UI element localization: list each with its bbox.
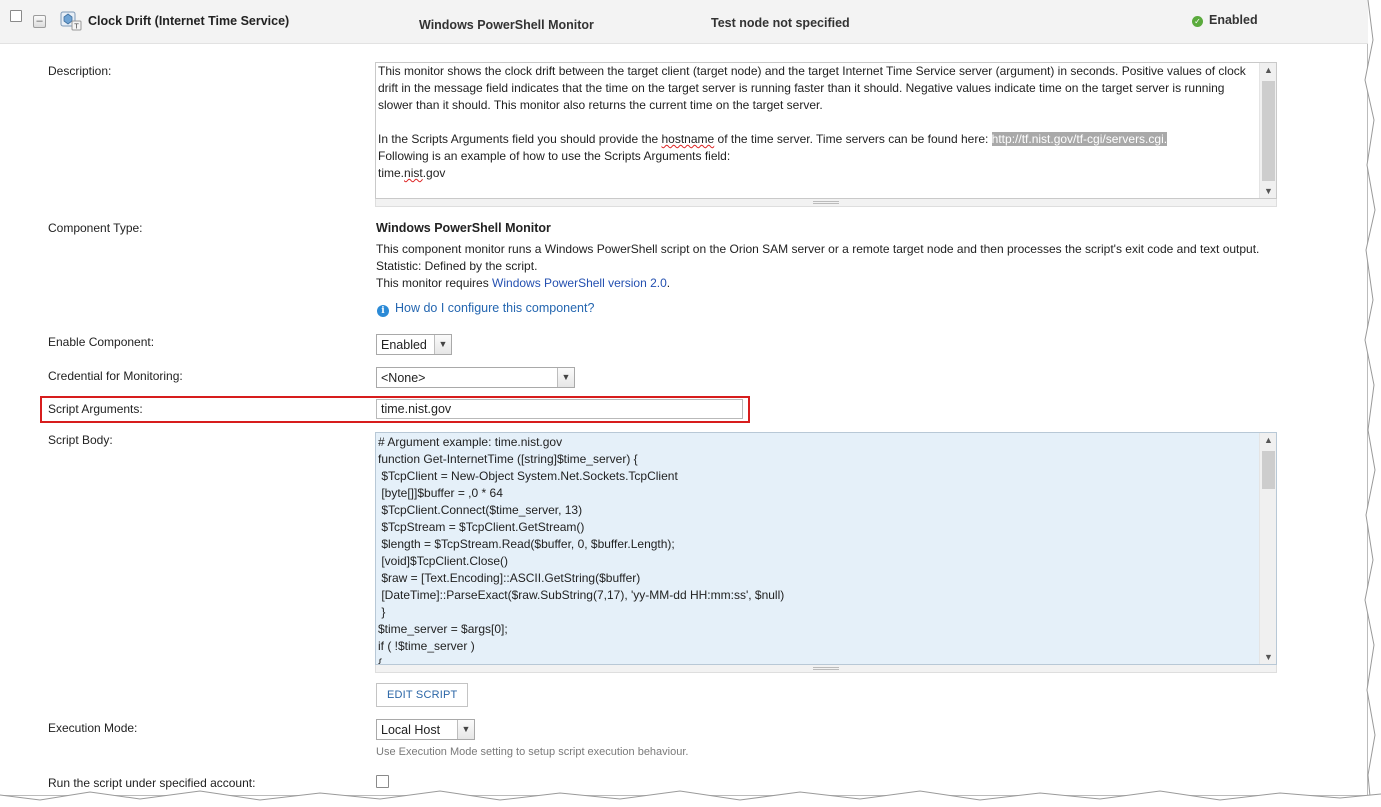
script-line: { (378, 656, 383, 665)
execution-mode-value: Local Host (381, 723, 441, 737)
description-scrollbar[interactable]: ▲ ▼ (1259, 63, 1276, 198)
enable-component-select[interactable]: Enabled ▼ (376, 334, 452, 355)
requires-line: This monitor requires Windows PowerShell… (376, 275, 670, 292)
script-line: $length = $TcpStream.Read($buffer, 0, $b… (378, 537, 675, 551)
script-line: [byte[]]$buffer = ,0 * 64 (378, 486, 503, 500)
component-type-value: Windows PowerShell Monitor (376, 221, 551, 235)
description-label: Description: (48, 64, 112, 78)
configure-help-link[interactable]: i How do I configure this component? (377, 301, 594, 317)
torn-bottom-edge (0, 790, 1381, 807)
scroll-down-icon[interactable]: ▼ (1260, 652, 1276, 662)
test-node-column: Test node not specified (711, 16, 850, 30)
status-badge: ✓ Enabled (1192, 13, 1258, 27)
scroll-thumb[interactable] (1262, 451, 1275, 489)
description-paragraph-3: Following is an example of how to use th… (378, 149, 731, 163)
torn-right-edge (1364, 0, 1381, 807)
component-title: Clock Drift (Internet Time Service) (88, 14, 290, 28)
component-editor-panel: – T Clock Drift (Internet Time Service) … (0, 0, 1368, 796)
enable-component-label: Enable Component: (48, 335, 155, 349)
example-part-a: time. (378, 166, 405, 180)
enable-component-value: Enabled (381, 338, 427, 352)
script-line: $raw = [Text.Encoding]::ASCII.GetString(… (378, 571, 641, 585)
script-line: $TcpClient.Connect($time_server, 13) (378, 503, 583, 517)
status-label: Enabled (1209, 13, 1258, 27)
example-part-b: nist (404, 166, 423, 180)
description-textarea[interactable]: This monitor shows the clock drift betwe… (375, 62, 1277, 199)
script-line: [void]$TcpClient.Close() (378, 554, 509, 568)
script-line: [DateTime]::ParseExact($raw.SubString(7,… (378, 588, 785, 602)
configure-help-text: How do I configure this component? (395, 301, 595, 315)
hostname-word: hostname (661, 132, 715, 146)
credential-select[interactable]: <None> ▼ (376, 367, 575, 388)
component-type-label: Component Type: (48, 221, 143, 235)
execution-mode-select[interactable]: Local Host ▼ (376, 719, 475, 740)
script-arguments-label: Script Arguments: (48, 402, 143, 416)
minus-icon[interactable]: – (33, 15, 46, 28)
credential-value: <None> (381, 371, 426, 385)
requires-prefix: This monitor requires (376, 276, 493, 290)
execution-mode-label: Execution Mode: (48, 721, 138, 735)
description-paragraph-2-prefix: In the Scripts Arguments field you shoul… (378, 132, 662, 146)
script-line: # Argument example: time.nist.gov (378, 435, 563, 449)
script-scrollbar[interactable]: ▲ ▼ (1259, 433, 1276, 664)
requires-suffix: . (666, 276, 671, 290)
script-body-label: Script Body: (48, 433, 113, 447)
scroll-down-icon[interactable]: ▼ (1260, 186, 1276, 196)
scroll-up-icon[interactable]: ▲ (1260, 65, 1276, 75)
script-body-textarea[interactable]: # Argument example: time.nist.gov functio… (375, 432, 1277, 665)
chevron-down-icon[interactable]: ▼ (557, 368, 574, 387)
svg-text:T: T (73, 23, 79, 31)
powershell-version-link[interactable]: Windows PowerShell version 2.0 (492, 276, 667, 290)
script-line: $time_server = $args[0]; (378, 622, 508, 636)
time-servers-link[interactable]: http://tf.nist.gov/tf-cgi/servers.cgi. (991, 132, 1168, 146)
component-type-column: Windows PowerShell Monitor (419, 18, 594, 32)
script-arguments-input[interactable]: time.nist.gov (376, 399, 743, 419)
chevron-down-icon[interactable]: ▼ (434, 335, 451, 354)
edit-script-button[interactable]: EDIT SCRIPT (376, 683, 469, 707)
script-line: $TcpClient = New-Object System.Net.Socke… (378, 469, 678, 483)
execution-mode-hint: Use Execution Mode setting to setup scri… (376, 746, 689, 758)
info-icon: i (377, 305, 389, 317)
component-type-description: This component monitor runs a Windows Po… (376, 242, 1260, 273)
powershell-component-icon: T (60, 11, 82, 31)
script-resize-grip[interactable] (375, 665, 1277, 673)
check-circle-icon: ✓ (1192, 16, 1203, 27)
description-resize-grip[interactable] (375, 199, 1277, 207)
row-select-checkbox[interactable] (10, 10, 22, 22)
script-line: function Get-InternetTime ([string]$time… (378, 452, 638, 466)
script-line: } (378, 605, 386, 619)
component-header-row: – T Clock Drift (Internet Time Service) … (0, 0, 1368, 44)
description-paragraph-1: This monitor shows the clock drift betwe… (378, 64, 1250, 112)
credential-label: Credential for Monitoring: (48, 369, 183, 383)
scroll-thumb[interactable] (1262, 81, 1275, 181)
script-line: $TcpStream = $TcpClient.GetStream() (378, 520, 585, 534)
example-part-c: .gov (422, 166, 446, 180)
chevron-down-icon[interactable]: ▼ (457, 720, 474, 739)
script-line: if ( !$time_server ) (378, 639, 475, 653)
scroll-up-icon[interactable]: ▲ (1260, 435, 1276, 445)
description-paragraph-2-mid: of the time server. Time servers can be … (714, 132, 992, 146)
